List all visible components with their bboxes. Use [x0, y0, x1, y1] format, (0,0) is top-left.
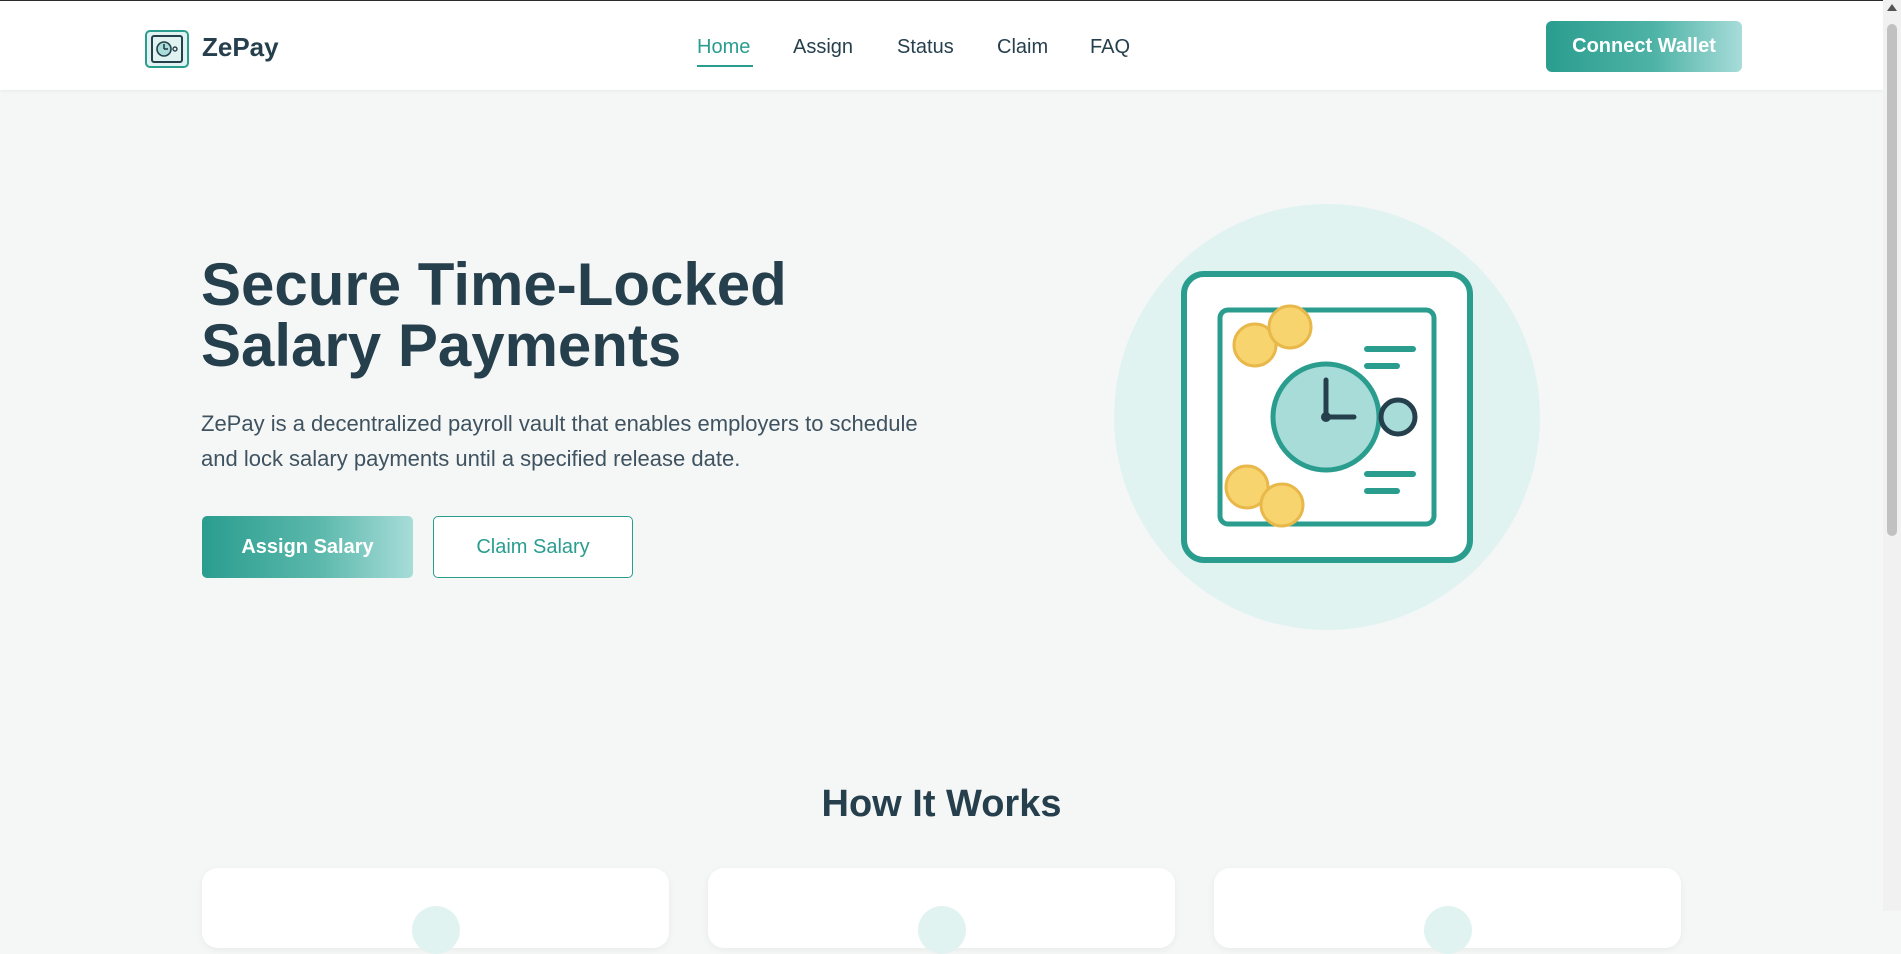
hero-title-line-2: Salary Payments [201, 312, 682, 379]
nav-assign[interactable]: Assign [793, 35, 853, 59]
hero-description: ZePay is a decentralized payroll vault t… [201, 411, 918, 471]
how-it-works-card [1214, 868, 1681, 954]
how-it-works-title: How It Works [821, 783, 1062, 825]
scrollbar-thumb[interactable] [1887, 24, 1897, 536]
scroll-up-arrow-icon[interactable] [1887, 4, 1897, 11]
vault-clock-icon[interactable] [145, 30, 189, 68]
step-icon [412, 906, 460, 954]
nav-claim[interactable]: Claim [997, 35, 1048, 59]
nav-faq[interactable]: FAQ [1090, 35, 1130, 59]
top-navbar: ZePay Home Assign Status Claim FAQ Conne… [0, 0, 1883, 90]
nav-status[interactable]: Status [897, 35, 954, 59]
hero-title: Secure Time-Locked Salary Payments [201, 254, 961, 376]
step-icon [918, 906, 966, 954]
brand-name[interactable]: ZePay [202, 32, 279, 62]
nav-home[interactable]: Home [697, 35, 750, 59]
assign-salary-button[interactable]: Assign Salary [202, 516, 413, 578]
step-icon [1424, 906, 1472, 954]
nav-active-indicator [697, 65, 753, 67]
how-it-works-card [708, 868, 1175, 954]
page-scrollbar[interactable] [1883, 0, 1901, 911]
time-locked-vault-illustration [1114, 204, 1540, 630]
connect-wallet-button[interactable]: Connect Wallet [1546, 21, 1742, 72]
claim-salary-button[interactable]: Claim Salary [433, 516, 633, 578]
how-it-works-card [202, 868, 669, 954]
hero-title-line-1: Secure Time-Locked [201, 251, 787, 318]
